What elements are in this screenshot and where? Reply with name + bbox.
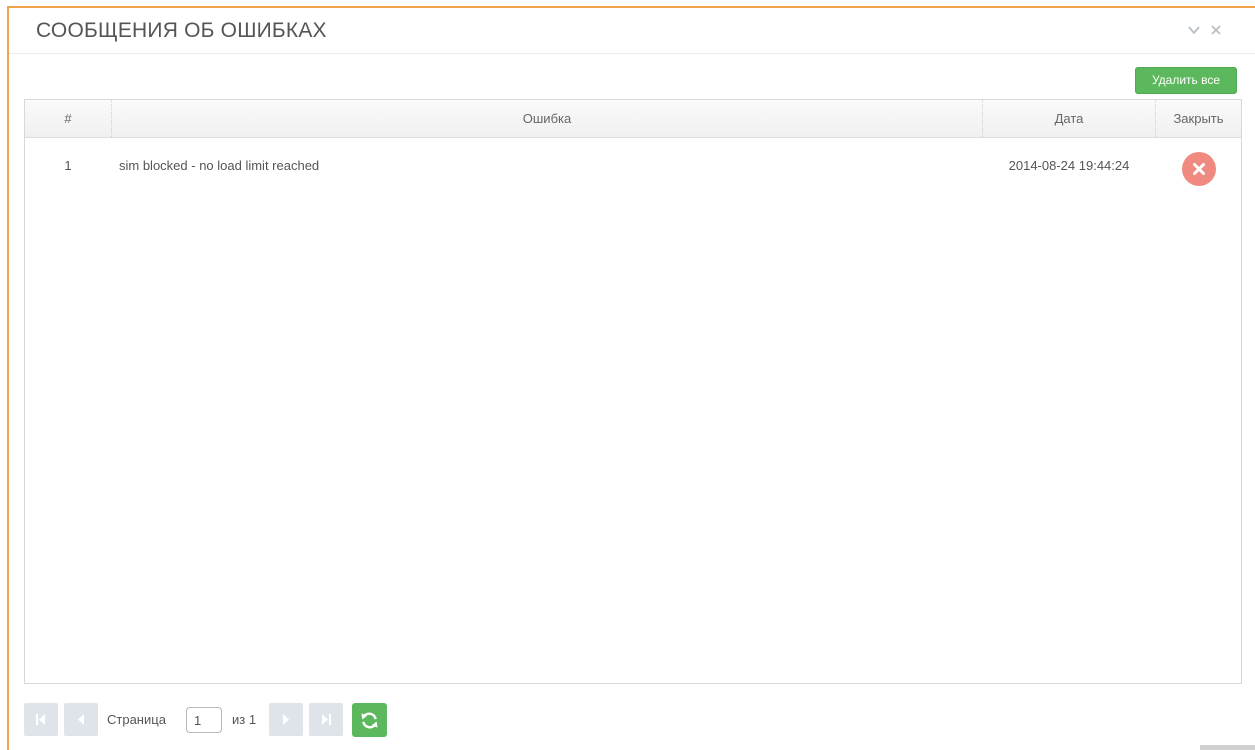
grid-header: # Ошибка Дата Закрыть xyxy=(25,100,1241,138)
last-page-icon[interactable] xyxy=(309,703,343,736)
refresh-icon[interactable] xyxy=(352,703,387,737)
column-header-error[interactable]: Ошибка xyxy=(112,100,982,137)
table-row[interactable]: 1 sim blocked - no load limit reached 20… xyxy=(25,139,1241,193)
close-icon[interactable] xyxy=(1209,23,1223,37)
page-total-label: из 1 xyxy=(232,712,257,727)
window-title: СООБЩЕНИЯ ОБ ОШИБКАХ xyxy=(36,19,327,42)
resize-corner xyxy=(1200,745,1255,750)
column-header-close[interactable]: Закрыть xyxy=(1156,100,1241,137)
column-header-num[interactable]: # xyxy=(25,100,111,137)
row-error-text: sim blocked - no load limit reached xyxy=(119,158,320,173)
prev-page-icon[interactable] xyxy=(64,703,98,736)
chevron-down-icon[interactable] xyxy=(1187,23,1201,37)
first-page-icon[interactable] xyxy=(24,703,58,736)
column-header-date[interactable]: Дата xyxy=(983,100,1155,137)
row-num: 1 xyxy=(64,158,72,173)
pagination-bar: Страница из 1 xyxy=(24,703,624,737)
delete-all-button[interactable]: Удалить все xyxy=(1135,67,1237,94)
page-label: Страница xyxy=(107,712,166,727)
next-page-icon[interactable] xyxy=(269,703,303,736)
close-circle-icon[interactable] xyxy=(1182,152,1216,186)
window-titlebar: СООБЩЕНИЯ ОБ ОШИБКАХ xyxy=(9,8,1255,54)
error-messages-window: СООБЩЕНИЯ ОБ ОШИБКАХ Удалить все # Ошибк… xyxy=(7,6,1255,750)
page-number-input[interactable] xyxy=(186,707,222,733)
row-date: 2014-08-24 19:44:24 xyxy=(1008,158,1130,173)
errors-grid: # Ошибка Дата Закрыть 1 sim blocked - no… xyxy=(24,99,1242,684)
